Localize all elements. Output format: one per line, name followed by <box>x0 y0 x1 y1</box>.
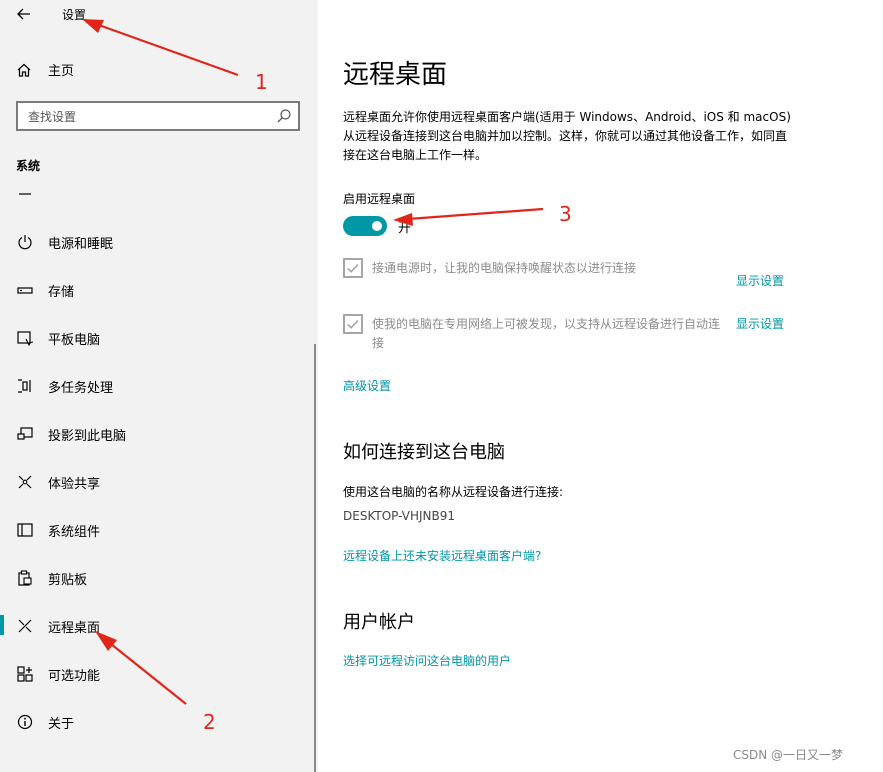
nav-home-label: 主页 <box>48 64 75 79</box>
sidebar-item-label: 关于 <box>48 716 75 732</box>
select-remote-users-link[interactable]: 选择可远程访问这台电脑的用户 <box>343 652 511 669</box>
sidebar-item-label: 电源和睡眠 <box>48 236 114 252</box>
sidebar-item-storage[interactable]: 存储 <box>0 266 314 314</box>
sidebar-item-tablet[interactable]: 平板电脑 <box>0 314 314 362</box>
remote-desktop-icon <box>16 617 34 635</box>
partial-item-icon <box>16 187 34 205</box>
annotation-label-3: 3 <box>559 202 572 226</box>
power-icon <box>16 233 34 251</box>
keep-awake-text: 接通电源时，让我的电脑保持唤醒状态以进行连接 <box>372 261 637 275</box>
page-description: 远程桌面允许你使用远程桌面客户端(适用于 Windows、Android、iOS… <box>343 110 791 162</box>
sidebar-item-label: 剪贴板 <box>48 572 88 588</box>
project-icon <box>16 425 34 443</box>
search-icon <box>277 109 291 123</box>
sidebar-item-label: 多任务处理 <box>48 380 114 396</box>
user-accounts-heading: 用户帐户 <box>343 612 415 633</box>
clipboard-icon <box>16 569 34 587</box>
sidebar-item-remote-desktop[interactable]: 远程桌面 <box>0 602 314 650</box>
sidebar-item-label: 可选功能 <box>48 668 101 684</box>
annotation-label-1: 1 <box>255 70 268 94</box>
share-icon <box>16 473 34 491</box>
sidebar-item-label: 系统组件 <box>48 524 101 540</box>
client-not-installed-link[interactable]: 远程设备上还未安装远程桌面客户端? <box>343 547 541 564</box>
discoverable-show-settings-link[interactable]: 显示设置 <box>736 315 784 332</box>
how-to-connect-heading: 如何连接到这台电脑 <box>343 442 505 463</box>
discoverable-text: 使我的电脑在专用网络上可被发现，以支持从远程设备进行自动连接 <box>372 317 721 350</box>
sidebar-item-clipboard[interactable]: 剪贴板 <box>0 554 314 602</box>
sidebar-item-partial[interactable] <box>0 172 314 220</box>
components-icon <box>16 521 34 539</box>
watermark: CSDN @一日又一梦 <box>733 748 844 762</box>
sidebar-item-label: 存储 <box>48 284 75 300</box>
sidebar-item-components[interactable]: 系统组件 <box>0 506 314 554</box>
multitask-icon <box>16 377 34 395</box>
home-icon <box>17 63 31 77</box>
advanced-settings-link[interactable]: 高级设置 <box>343 377 391 394</box>
app-title: 设置 <box>62 8 87 22</box>
tablet-icon <box>16 329 34 347</box>
info-icon <box>16 713 34 731</box>
sidebar-item-optional-features[interactable]: 可选功能 <box>0 650 314 698</box>
toggle-knob <box>372 221 382 231</box>
back-button[interactable] <box>10 2 38 26</box>
storage-icon <box>16 281 34 299</box>
sidebar-item-label: 体验共享 <box>48 476 101 492</box>
sidebar-item-project[interactable]: 投影到此电脑 <box>0 410 314 458</box>
page-title: 远程桌面 <box>343 60 448 90</box>
toggle-state-label: 开 <box>398 221 412 236</box>
keep-awake-show-settings-link[interactable]: 显示设置 <box>736 272 784 289</box>
sidebar-item-label: 投影到此电脑 <box>48 428 127 444</box>
sidebar-scrollbar[interactable] <box>314 344 316 772</box>
back-arrow-icon <box>17 8 30 20</box>
discoverable-checkbox[interactable] <box>343 314 363 334</box>
sidebar-item-about[interactable]: 关于 <box>0 698 314 746</box>
enable-remote-desktop-label: 启用远程桌面 <box>343 192 416 206</box>
remote-desktop-toggle[interactable] <box>343 216 387 236</box>
search-box[interactable] <box>16 101 300 131</box>
checkmark-icon <box>347 263 359 273</box>
checkmark-icon <box>347 319 359 329</box>
sidebar-item-label: 平板电脑 <box>48 332 101 348</box>
sidebar: 设置 主页 系统 电源和睡眠 存储 平板电脑 <box>0 0 318 772</box>
keep-awake-checkbox[interactable] <box>343 258 363 278</box>
annotation-label-2: 2 <box>203 710 216 734</box>
optional-features-icon <box>16 665 34 683</box>
nav-home[interactable]: 主页 <box>16 60 74 79</box>
sidebar-item-multitask[interactable]: 多任务处理 <box>0 362 314 410</box>
how-to-connect-text: 使用这台电脑的名称从远程设备进行连接: <box>343 485 564 499</box>
search-input[interactable] <box>26 107 270 127</box>
main-content: 远程桌面 远程桌面允许你使用远程桌面客户端(适用于 Windows、Androi… <box>343 0 863 772</box>
sidebar-item-label: 远程桌面 <box>48 620 101 636</box>
sidebar-item-share[interactable]: 体验共享 <box>0 458 314 506</box>
pc-name: DESKTOP-VHJNB91 <box>343 509 456 523</box>
sidebar-item-power[interactable]: 电源和睡眠 <box>0 218 314 266</box>
